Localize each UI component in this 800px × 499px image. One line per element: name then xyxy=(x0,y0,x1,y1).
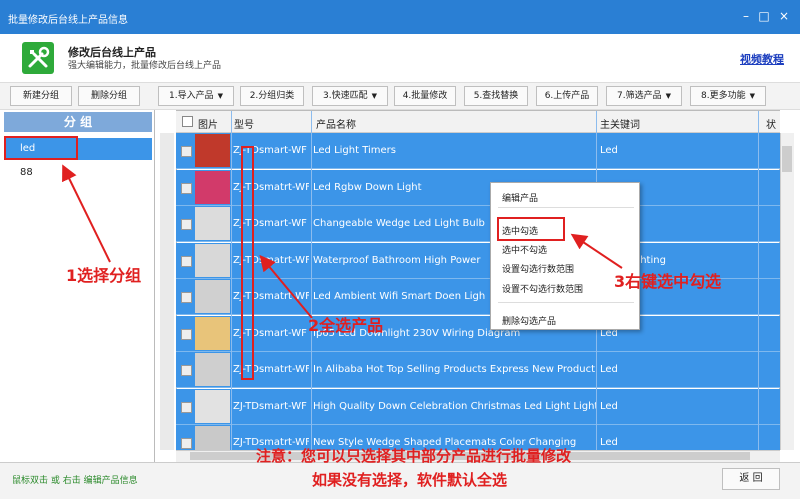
cell-keyword: Led xyxy=(600,400,618,412)
row-indicator-column xyxy=(160,133,174,450)
tools-wrench-screwdriver-icon xyxy=(22,42,54,74)
cell-keyword: Led xyxy=(600,145,618,156)
menu-item-delete-checked[interactable]: 删除勾选产品 xyxy=(502,314,556,327)
table-row[interactable]: ZJ-TDsmart-WF Led Light Timers Led xyxy=(176,133,780,169)
product-thumbnail xyxy=(195,316,230,350)
upload-products-button[interactable]: 6.上传产品 xyxy=(536,86,598,106)
product-thumbnail xyxy=(195,280,230,313)
menu-separator xyxy=(498,207,634,208)
delete-group-button[interactable]: 删除分组 xyxy=(78,86,140,106)
table-row[interactable]: ZJ-TDsmatrt-WF In Alibaba Hot Top Selling… xyxy=(176,352,780,388)
import-products-button[interactable]: 1.导入产品 ▼ xyxy=(158,86,234,106)
cell-product-name: Led Light Timers xyxy=(313,145,397,156)
table-row[interactable]: ZJ-TDsmart-WF Ip65 Led Downlight 230V Wir… xyxy=(176,315,780,352)
column-header-name[interactable]: 产品名称 xyxy=(316,116,356,131)
find-replace-button[interactable]: 5.查找替换 xyxy=(464,86,528,106)
table-row[interactable]: ZJ-TDsmatrt-WF Led Rgbw Down Light xyxy=(176,169,780,206)
table-row[interactable]: ZJ-TDsmart-WF High Quality Down Celebrati… xyxy=(176,388,780,425)
annotation-highlight-group xyxy=(4,136,78,160)
vertical-scrollbar[interactable] xyxy=(780,133,794,450)
button-label: 6.上传产品 xyxy=(544,91,590,101)
vertical-scrollbar-thumb[interactable] xyxy=(782,146,792,172)
context-menu xyxy=(490,182,640,330)
button-label: 8.更多功能 xyxy=(701,91,746,101)
new-group-button[interactable]: 新建分组 xyxy=(10,86,72,106)
chevron-down-icon: ▼ xyxy=(749,92,755,100)
row-checkbox[interactable] xyxy=(181,328,192,340)
button-label: 3.快速匹配 xyxy=(323,91,368,101)
select-all-checkbox[interactable] xyxy=(182,116,193,127)
group-classify-button[interactable]: 2.分组归类 xyxy=(240,86,304,106)
batch-edit-button[interactable]: 4.批量修改 xyxy=(394,86,456,106)
product-thumbnail xyxy=(195,134,230,167)
filter-products-button[interactable]: 7.筛选产品 ▼ xyxy=(606,86,682,106)
row-checkbox[interactable] xyxy=(181,255,192,267)
column-divider xyxy=(311,111,312,451)
chevron-down-icon: ▼ xyxy=(665,92,671,100)
row-checkbox[interactable] xyxy=(181,182,192,194)
menu-separator xyxy=(498,302,634,303)
button-label: 1.导入产品 xyxy=(169,91,214,101)
column-divider xyxy=(231,111,232,451)
product-thumbnail xyxy=(195,243,230,277)
product-thumbnail xyxy=(195,389,230,423)
window-title: 批量修改后台线上产品信息 xyxy=(8,15,128,26)
page-subtitle: 强大编辑能力，批量修改后台线上产品 xyxy=(68,61,222,71)
close-icon[interactable]: × xyxy=(776,9,792,23)
product-thumbnail xyxy=(195,353,230,386)
button-label: 7.筛选产品 xyxy=(617,91,662,101)
product-thumbnail xyxy=(195,170,230,204)
column-header-image[interactable]: 图片 xyxy=(198,116,218,131)
column-divider xyxy=(758,111,759,451)
group-panel-header: 分 组 xyxy=(4,112,152,132)
row-checkbox[interactable] xyxy=(181,292,192,303)
cell-model: ZJ-TDsmart-WF xyxy=(233,400,307,412)
annotation-step3: 3右键选中勾选 xyxy=(614,272,722,291)
product-thumbnail xyxy=(195,207,230,240)
cell-keyword: Led xyxy=(600,437,618,448)
window-titlebar: 批量修改后台线上产品信息 – □ × xyxy=(0,0,800,34)
column-header-model[interactable]: 型号 xyxy=(234,116,254,131)
table-header: 图片 型号 产品名称 主关键词 状态 xyxy=(176,111,780,146)
button-label: 5.查找替换 xyxy=(473,91,519,101)
annotation-step2: 2全选产品 xyxy=(308,316,384,335)
more-functions-button[interactable]: 8.更多功能 ▼ xyxy=(690,86,766,106)
annotation-note-line1: 注意：您可以只选择其中部分产品进行批量修改 xyxy=(256,447,572,465)
menu-item-set-checked-range[interactable]: 设置勾选行数范围 xyxy=(502,262,574,275)
chevron-down-icon: ▼ xyxy=(217,92,223,100)
back-button[interactable]: 返 回 xyxy=(722,468,780,490)
status-hint: 鼠标双击 或 右击 编辑产品信息 xyxy=(12,476,138,486)
cell-keyword: Led xyxy=(600,364,618,375)
row-checkbox[interactable] xyxy=(181,401,192,413)
menu-item-edit-product[interactable]: 编辑产品 xyxy=(502,191,538,204)
annotation-step1: 1选择分组 xyxy=(66,266,142,285)
button-label: 4.批量修改 xyxy=(402,91,448,101)
cell-product-name: High Quality Down Celebration Christmas … xyxy=(313,400,596,412)
annotation-highlight-menu-item xyxy=(497,217,565,241)
row-checkbox[interactable] xyxy=(181,146,192,157)
annotation-highlight-checkbox-column xyxy=(241,146,254,380)
minimize-icon[interactable]: – xyxy=(738,9,754,23)
annotation-note-line2: 如果没有选择，软件默认全选 xyxy=(312,471,508,489)
row-checkbox[interactable] xyxy=(181,219,192,230)
group-item-88[interactable]: 88 xyxy=(4,162,152,184)
chevron-down-icon: ▼ xyxy=(371,92,377,100)
table-row[interactable]: ZJ-TDsmart-WF Changeable Wedge Led Light … xyxy=(176,206,780,242)
row-checkbox[interactable] xyxy=(181,438,192,449)
quick-match-button[interactable]: 3.快速匹配 ▼ xyxy=(312,86,388,106)
button-label: 2.分组归类 xyxy=(249,91,295,101)
column-header-keyword[interactable]: 主关键词 xyxy=(600,116,640,131)
menu-item-set-unchecked-range[interactable]: 设置不勾选行数范围 xyxy=(502,282,583,295)
maximize-icon[interactable]: □ xyxy=(756,9,772,23)
video-tutorial-link[interactable]: 视频教程 xyxy=(740,51,784,67)
cell-product-name: In Alibaba Hot Top Selling Products Expr… xyxy=(313,364,596,375)
row-checkbox[interactable] xyxy=(181,365,192,376)
menu-item-select-unchecked[interactable]: 选中不勾选 xyxy=(502,243,547,256)
